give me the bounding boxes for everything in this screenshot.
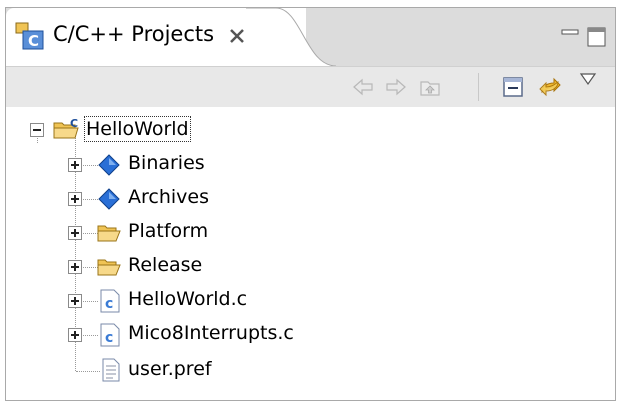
tree-item-user-pref[interactable]: user.pref — [6, 355, 606, 387]
expand-toggle[interactable] — [68, 294, 82, 308]
tree-item-label: Mico8Interrupts.c — [128, 322, 294, 344]
tree-item-helloworld-c[interactable]: c HelloWorld.c — [6, 285, 606, 317]
c-file-icon: c — [100, 289, 120, 313]
svg-text:c: c — [105, 330, 113, 346]
back-arrow-icon[interactable] — [351, 75, 375, 99]
expand-toggle[interactable] — [68, 260, 82, 274]
folder-icon — [97, 225, 121, 242]
view-menu-icon[interactable] — [579, 71, 597, 87]
tree-item-label: HelloWorld — [84, 116, 191, 142]
expand-toggle[interactable] — [68, 226, 82, 240]
archives-diamond-icon — [98, 188, 120, 210]
svg-text:C: C — [70, 117, 78, 130]
tree-item-archives[interactable]: Archives — [6, 183, 606, 215]
tree-item-platform[interactable]: Platform — [6, 217, 606, 249]
tree-item-root[interactable]: C HelloWorld — [6, 115, 606, 147]
expand-toggle[interactable] — [68, 158, 82, 172]
tree-item-label: HelloWorld.c — [128, 288, 248, 310]
toolbar-separator — [478, 73, 479, 101]
text-file-icon — [102, 358, 120, 382]
collapse-toggle[interactable] — [30, 123, 44, 137]
tab-edge — [246, 8, 336, 66]
expand-toggle[interactable] — [68, 192, 82, 206]
tree-item-label: user.pref — [128, 358, 212, 380]
tree-item-label: Platform — [128, 220, 209, 242]
view-title: C/C++ Projects — [53, 22, 215, 46]
tree-item-label: Archives — [128, 186, 209, 208]
project-tree: C HelloWorld Binaries Archives Platform … — [6, 107, 615, 400]
c-project-folder-icon: C — [53, 117, 79, 139]
tree-connector — [76, 371, 100, 372]
folder-icon — [97, 259, 121, 276]
tree-item-label: Release — [128, 254, 203, 276]
collapse-all-icon[interactable] — [501, 75, 525, 99]
view-toolbar — [6, 66, 615, 107]
cpp-projects-icon: C — [15, 22, 44, 50]
maximize-icon[interactable] — [587, 26, 607, 48]
expand-toggle[interactable] — [68, 328, 82, 342]
tree-item-binaries[interactable]: Binaries — [6, 149, 606, 181]
tree-item-release[interactable]: Release — [6, 251, 606, 283]
svg-text:C: C — [28, 32, 39, 50]
link-with-editor-icon[interactable] — [538, 75, 562, 99]
up-folder-icon[interactable] — [418, 75, 442, 99]
c-file-icon: c — [100, 323, 120, 347]
view-tab-bar: C C/C++ Projects — [6, 8, 615, 66]
tree-item-mico8interrupts-c[interactable]: c Mico8Interrupts.c — [6, 319, 606, 351]
svg-text:c: c — [105, 296, 113, 312]
minimize-icon[interactable] — [561, 26, 579, 40]
tree-item-label: Binaries — [128, 152, 205, 174]
binaries-diamond-icon — [98, 154, 120, 176]
cpp-projects-view: C C/C++ Projects C HelloWorld Binaries A… — [5, 7, 616, 401]
close-icon[interactable] — [228, 27, 246, 45]
forward-arrow-icon[interactable] — [384, 75, 408, 99]
